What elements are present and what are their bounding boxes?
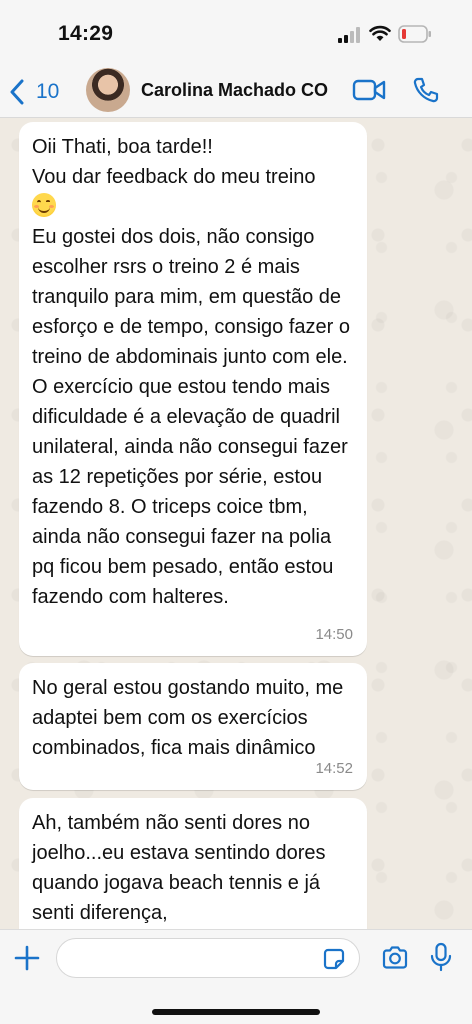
cellular-signal-icon <box>338 27 360 43</box>
status-time: 14:29 <box>58 22 114 45</box>
message-time: 14:52 <box>315 760 353 777</box>
message-time: 14:50 <box>315 626 353 643</box>
avatar[interactable] <box>86 68 130 112</box>
chat-header: 10 Carolina Machado CO <box>0 66 472 118</box>
battery-icon <box>398 25 431 43</box>
message-input[interactable] <box>56 938 360 978</box>
message-text-part: Oii Thati, boa tarde!! Vou dar feedback … <box>32 136 316 188</box>
contact-name[interactable]: Carolina Machado CO <box>141 80 328 101</box>
smiling-face-emoji-icon <box>32 193 56 217</box>
sticker-icon[interactable] <box>322 947 346 971</box>
message-text-part: Eu gostei dos dois, não consigo escolher… <box>32 226 350 608</box>
unread-count: 10 <box>36 80 60 103</box>
plus-icon[interactable] <box>14 945 40 971</box>
message-text: No geral estou gostando muito, me adapte… <box>32 677 344 759</box>
message-text: Ah, também não senti dores no joelho...e… <box>32 812 326 924</box>
status-bar: 14:29 <box>0 0 472 66</box>
camera-icon[interactable] <box>381 944 409 972</box>
message-text: Oii Thati, boa tarde!! Vou dar feedback … <box>32 132 353 612</box>
phone-icon[interactable] <box>412 76 440 104</box>
chat-area[interactable]: Oii Thati, boa tarde!! Vou dar feedback … <box>0 118 472 929</box>
back-button[interactable]: 10 <box>8 76 68 108</box>
wifi-icon <box>369 25 391 41</box>
message-bubble[interactable]: Oii Thati, boa tarde!! Vou dar feedback … <box>19 122 367 656</box>
chevron-left-icon <box>10 79 24 105</box>
home-indicator[interactable] <box>152 1009 320 1015</box>
video-call-icon[interactable] <box>352 78 386 102</box>
message-bubble[interactable]: Ah, também não senti dores no joelho...e… <box>19 798 367 929</box>
message-bubble[interactable]: No geral estou gostando muito, me adapte… <box>19 663 367 790</box>
microphone-icon[interactable] <box>429 942 453 972</box>
